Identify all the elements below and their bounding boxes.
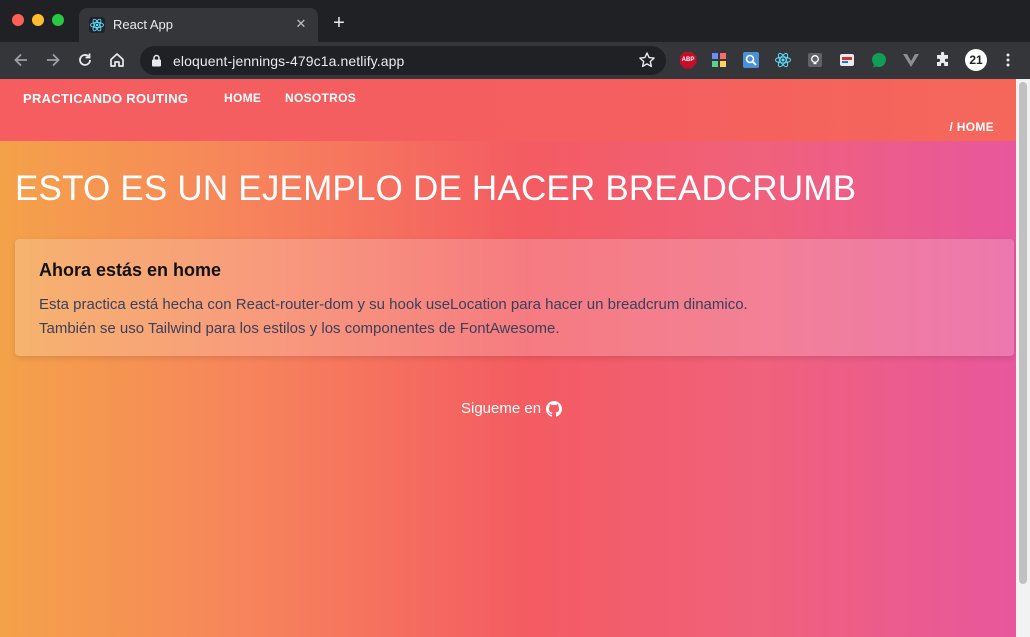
card-title: Ahora estás en home xyxy=(39,260,222,280)
card-text-line-2: También se uso Tailwind para los estilos… xyxy=(39,320,560,337)
profile-badge[interactable]: 21 xyxy=(965,49,987,71)
nav-link-home[interactable]: HOME xyxy=(224,91,261,105)
react-favicon-icon xyxy=(89,17,105,33)
new-tab-button[interactable]: + xyxy=(328,12,350,34)
address-bar[interactable]: eloquent-jennings-479c1a.netlify.app xyxy=(140,46,666,75)
nav-link-nosotros[interactable]: NOSOTROS xyxy=(285,91,356,105)
puzzle-icon[interactable] xyxy=(933,50,953,70)
tab-close-icon[interactable]: ✕ xyxy=(292,15,310,33)
github-icon[interactable] xyxy=(546,400,563,417)
page-title: ESTO ES UN EJEMPLO DE HACER BREADCRUMB xyxy=(15,169,857,208)
brand-title[interactable]: PRACTICANDO ROUTING xyxy=(23,91,188,106)
info-card: Ahora estás en home Esta practica está h… xyxy=(15,239,1014,356)
page-content: PRACTICANDO ROUTING HOME NOSOTROS / HOME… xyxy=(0,79,1016,637)
react-devtools-icon[interactable] xyxy=(773,50,793,70)
lightbulb-extension-icon[interactable] xyxy=(805,50,825,70)
search-extension-icon[interactable] xyxy=(741,50,761,70)
extension-6-icon[interactable] xyxy=(837,50,857,70)
green-extension-icon[interactable] xyxy=(869,50,889,70)
home-icon[interactable] xyxy=(105,48,129,72)
url-text: eloquent-jennings-479c1a.netlify.app xyxy=(173,53,405,69)
footer-text: Sigueme en xyxy=(461,400,542,417)
window-minimize-button[interactable] xyxy=(32,14,44,26)
window-maximize-button[interactable] xyxy=(52,14,64,26)
reload-icon[interactable] xyxy=(73,48,97,72)
site-navbar: PRACTICANDO ROUTING HOME NOSOTROS / HOME xyxy=(0,79,1016,141)
more-menu-icon[interactable] xyxy=(998,50,1018,70)
scrollbar-thumb[interactable] xyxy=(1019,82,1027,584)
browser-tab-strip: React App ✕ + xyxy=(0,0,1030,42)
breadcrumb[interactable]: / HOME xyxy=(950,120,994,134)
lock-icon xyxy=(152,54,161,67)
bookmark-star-icon[interactable] xyxy=(638,51,656,69)
footer-follow-link[interactable]: Sigueme en xyxy=(461,400,563,417)
back-arrow-icon[interactable] xyxy=(9,48,33,72)
card-text-line-1: Esta practica está hecha con React-route… xyxy=(39,296,748,313)
extension-2-icon[interactable] xyxy=(709,50,729,70)
vue-devtools-icon[interactable] xyxy=(901,50,921,70)
adblock-plus-icon[interactable]: ABP xyxy=(678,50,698,70)
forward-arrow-icon[interactable] xyxy=(41,48,65,72)
browser-tab[interactable]: React App ✕ xyxy=(79,8,318,42)
tab-title: React App xyxy=(113,17,173,32)
page-scrollbar[interactable] xyxy=(1016,79,1030,637)
window-close-button[interactable] xyxy=(12,14,24,26)
browser-toolbar: eloquent-jennings-479c1a.netlify.app ABP… xyxy=(0,42,1030,79)
